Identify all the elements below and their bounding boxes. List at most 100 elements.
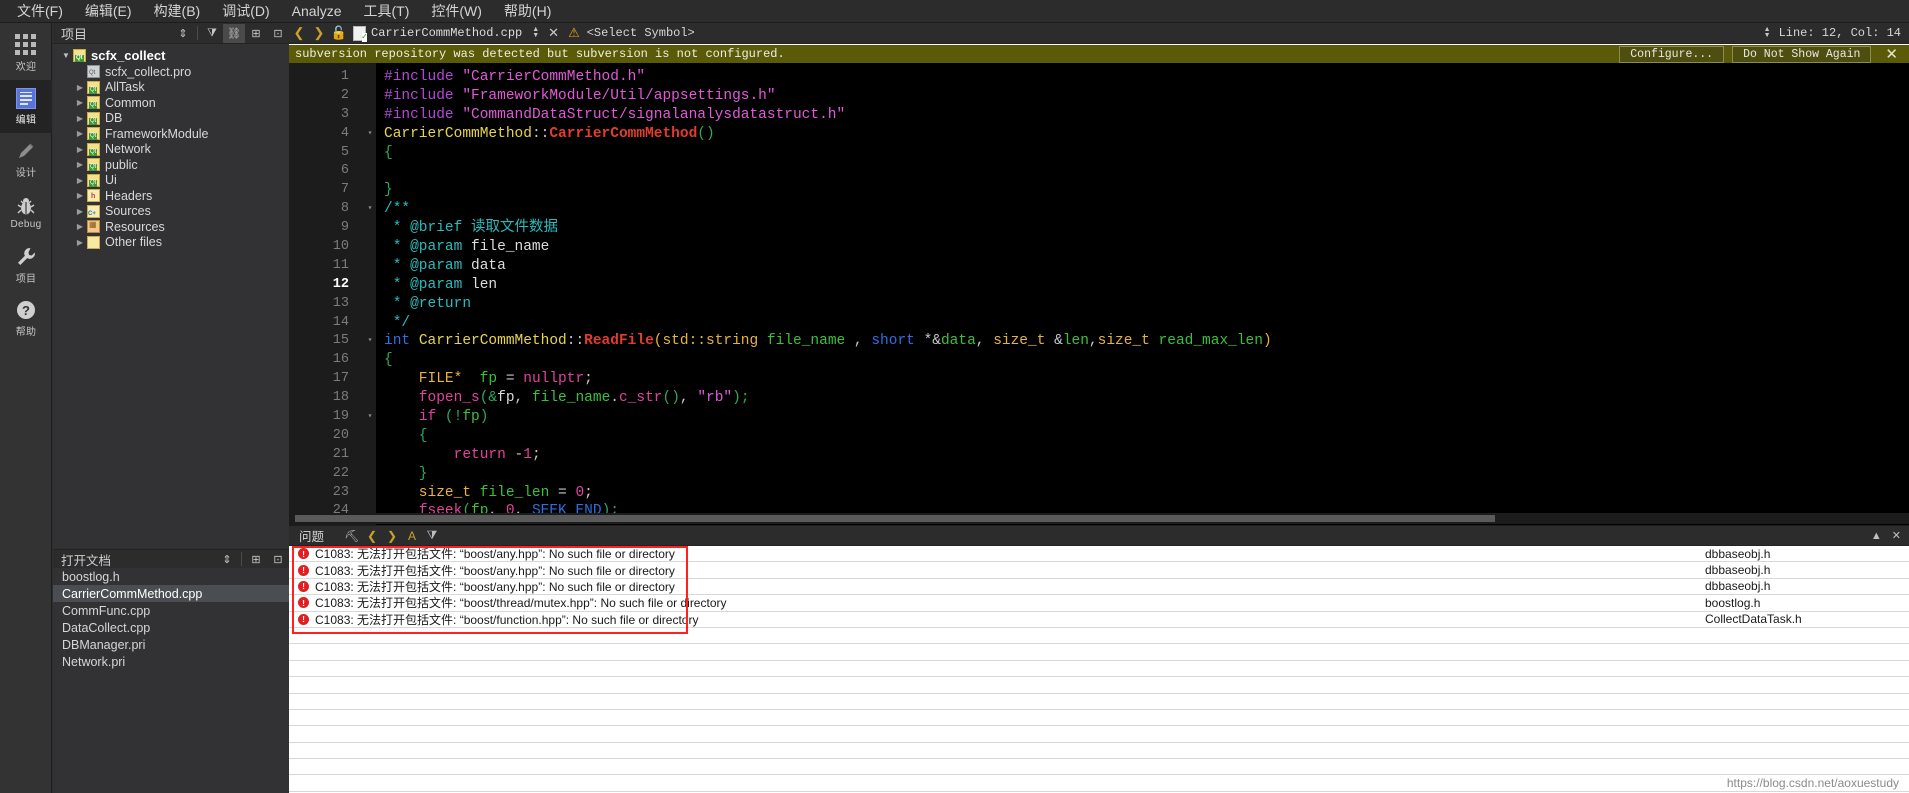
menu-item-window[interactable]: 控件(W) [420,0,493,23]
tree-item-db[interactable]: ▶ DB [53,111,289,127]
code-line[interactable]: 19 ▾ if (!fp) [289,408,1909,427]
chevron-left-icon[interactable]: ❮ [289,24,309,43]
clear-icon[interactable]: ⛏ [342,527,362,545]
code-line[interactable]: 10 * @param file_name [289,238,1909,257]
sort-icon-docs[interactable]: ⇕ [216,550,238,569]
mode-button-welcome[interactable]: 欢迎 [0,27,52,80]
code-line[interactable]: 14 */ [289,314,1909,333]
open-documents-list[interactable]: boostlog.h CarrierCommMethod.cpp CommFunc.… [53,568,289,793]
tree-item-scfx-collect[interactable]: ▼ scfx_collect [53,47,289,64]
open-document-item[interactable]: boostlog.h [53,568,289,585]
code-line[interactable]: 23 size_t file_len = 0; [289,484,1909,503]
menu-item-edit[interactable]: 编辑(E) [74,0,143,23]
scrollbar-thumb[interactable] [295,515,1495,522]
mode-button-debug[interactable]: Debug [0,186,52,239]
file-dropdown-arrows[interactable]: ▲ ▼ [532,26,539,39]
code-line[interactable]: 2 #include "FrameworkModule/Util/appsetti… [289,87,1909,106]
code-line[interactable]: 20 { [289,427,1909,446]
chevron-right-icon[interactable]: ▶ [73,238,87,247]
issues-list[interactable]: ! C1083: 无法打开包括文件: “boost/any.hpp”: No su… [289,546,1909,793]
split-icon[interactable]: ⊞ [245,24,267,43]
project-tree[interactable]: ▼ scfx_collectscfx_collect.pro ▶ AllTask ▶ Co… [53,44,289,548]
tree-item-alltask[interactable]: ▶ AllTask [53,80,289,96]
configure-button[interactable]: Configure... [1619,45,1725,63]
filter-icon[interactable]: ⧩ [422,527,442,545]
code-line[interactable]: 4 ▾ CarrierCommMethod::CarrierCommMethod() [289,125,1909,144]
mode-button-edit[interactable]: 编辑 [0,80,52,133]
chevron-right-icon[interactable]: ▶ [73,83,87,92]
open-document-item[interactable]: CommFunc.cpp [53,602,289,619]
code-line[interactable]: 7} [289,181,1909,200]
panel-close-icon[interactable]: ✕ [1892,529,1901,542]
chevron-down-icon[interactable]: ▼ [59,51,73,60]
tree-item-scfx-collect-pro[interactable]: scfx_collect.pro [53,64,289,80]
menu-item-debug[interactable]: 调试(D) [211,0,280,23]
code-line[interactable]: 17 FILE* fp = nullptr; [289,370,1909,389]
menu-item-build[interactable]: 构建(B) [143,0,212,23]
tree-item-public[interactable]: ▶ public [53,157,289,173]
prev-issue-icon[interactable]: ❮ [362,527,382,545]
code-line[interactable]: 8 ▾ /** [289,200,1909,219]
chevron-right-icon[interactable]: ▶ [73,191,87,200]
close-icon[interactable]: ⊡ [267,24,289,43]
tree-item-headers[interactable]: ▶ Headers [53,188,289,204]
open-document-item[interactable]: DataCollect.cpp [53,619,289,636]
fold-marker-icon[interactable]: ▾ [365,200,375,219]
chevron-right-icon[interactable]: ▶ [73,145,87,154]
open-document-item[interactable]: CarrierCommMethod.cpp [53,585,289,602]
tree-item-resources[interactable]: ▶ Resources [53,219,289,235]
mode-button-design[interactable]: 设计 [0,133,52,186]
chevron-right-icon[interactable]: ❯ [309,24,329,43]
filter-icon[interactable]: ⧩ [201,24,223,43]
code-line[interactable]: 13 * @return [289,295,1909,314]
close-file-button[interactable]: ✕ [548,25,559,41]
fold-marker-icon[interactable]: ▾ [365,408,375,427]
code-line[interactable]: 11 * @param data [289,257,1909,276]
code-line[interactable]: 22 } [289,465,1909,484]
issue-row[interactable]: ! C1083: 无法打开包括文件: “boost/function.hpp”: … [289,612,1909,628]
issue-row[interactable]: ! C1083: 无法打开包括文件: “boost/any.hpp”: No su… [289,579,1909,596]
issues-tab[interactable]: 问题 [299,526,324,545]
code-line[interactable]: 18 fopen_s(&fp, file_name.c_str(), "rb")… [289,389,1909,408]
code-line[interactable]: 15 ▾ int CarrierCommMethod::ReadFile(std::… [289,332,1909,351]
mode-button-projects[interactable]: 项目 [0,239,52,292]
chevron-right-icon[interactable]: ▶ [73,129,87,138]
mode-button-help[interactable]: ? 帮助 [0,292,52,345]
tree-item-ui[interactable]: ▶ Ui [53,173,289,189]
open-document-item[interactable]: DBManager.pri [53,636,289,653]
panel-collapse-icon[interactable]: ▲ [1871,530,1882,542]
close-icon-docs[interactable]: ⊡ [267,550,289,569]
sort-icon[interactable]: ⇕ [172,24,194,43]
current-file-indicator[interactable]: CarrierCommMethod.cpp [353,25,522,42]
menu-item-tools[interactable]: 工具(T) [352,0,420,23]
code-line[interactable]: 21 return -1; [289,446,1909,465]
chevron-right-icon[interactable]: ▶ [73,114,87,123]
tree-item-frameworkmodule[interactable]: ▶ FrameworkModule [53,126,289,142]
symbol-selector[interactable]: <Select Symbol> [587,26,695,40]
code-line[interactable]: 16 { [289,351,1909,370]
editor-horizontal-scrollbar[interactable] [289,513,1909,524]
code-line[interactable]: 5{ [289,144,1909,163]
code-line[interactable]: 3 #include "CommandDataStruct/signalanaly… [289,106,1909,125]
code-content[interactable]: 1 #include "CarrierCommMethod.h" 2 #include… [289,68,1909,521]
menu-item-file[interactable]: 文件(F) [6,0,74,23]
warning-filter-icon[interactable]: A [402,527,422,545]
menu-item-help[interactable]: 帮助(H) [493,0,562,23]
chevron-right-icon[interactable]: ▶ [73,176,87,185]
link-icon[interactable]: ⛓ [223,23,245,43]
next-issue-icon[interactable]: ❯ [382,527,402,545]
code-line[interactable]: 6 [289,162,1909,181]
tree-item-common[interactable]: ▶ Common [53,95,289,111]
chevron-right-icon[interactable]: ▶ [73,222,87,231]
issue-row[interactable]: ! C1083: 无法打开包括文件: “boost/any.hpp”: No su… [289,562,1909,579]
tree-item-sources[interactable]: ▶ Sources [53,204,289,220]
issue-row[interactable]: ! C1083: 无法打开包括文件: “boost/thread/mutex.hp… [289,595,1909,612]
do-not-show-again-button[interactable]: Do Not Show Again [1732,45,1872,63]
chevron-right-icon[interactable]: ▶ [73,160,87,169]
symbol-dropdown-arrows[interactable]: ▲ ▼ [1764,26,1771,39]
split-icon-docs[interactable]: ⊞ [245,550,267,569]
code-line[interactable]: 1 #include "CarrierCommMethod.h" [289,68,1909,87]
menu-item-analyze[interactable]: Analyze [281,1,353,21]
info-bar-close-icon[interactable]: ✕ [1879,45,1904,63]
code-line[interactable]: 9 * @brief 读取文件数据 [289,219,1909,238]
